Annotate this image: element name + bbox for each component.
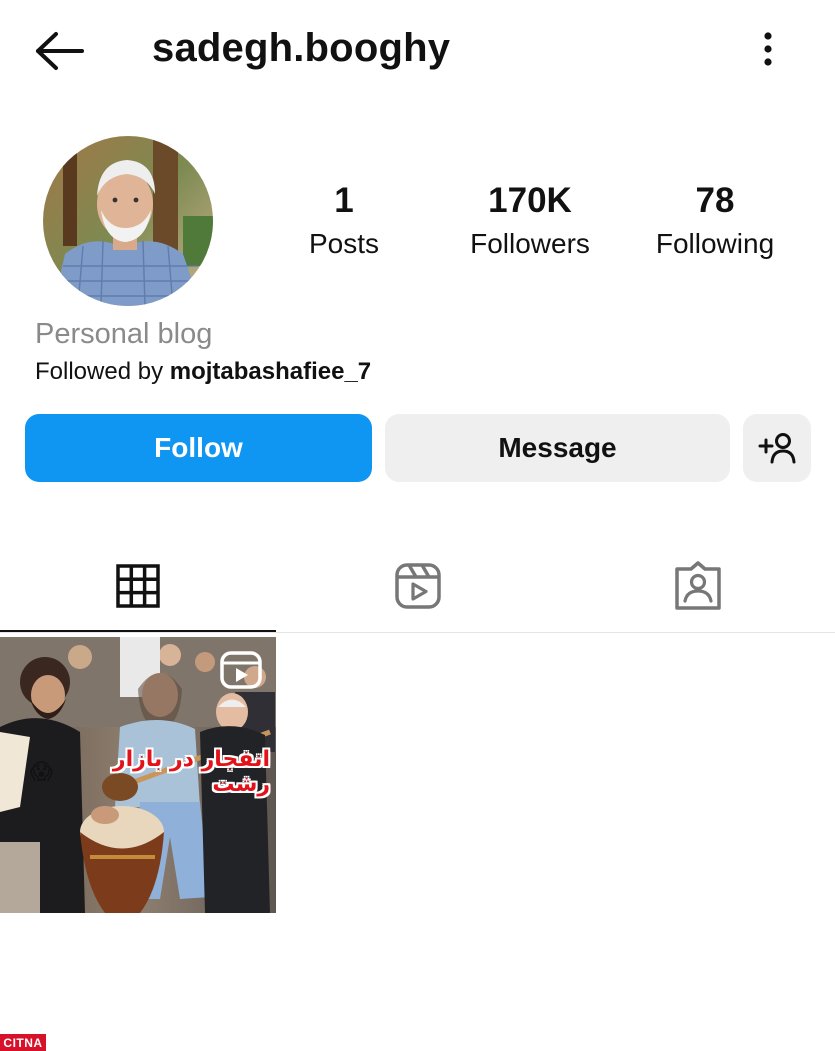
back-button[interactable]: [30, 28, 90, 74]
add-person-icon: [758, 433, 796, 464]
posts-label: Posts: [308, 228, 380, 259]
post-overlay-caption: 😱 انفجار در بازار رشت: [30, 747, 270, 797]
top-bar: sadegh.booghy: [0, 0, 835, 100]
stat-posts[interactable]: 1 Posts: [284, 180, 404, 264]
watermark-logo: CITNA: [0, 1034, 46, 1051]
following-label: Following: [655, 228, 775, 259]
profile-username: sadegh.booghy: [152, 26, 451, 70]
tab-reels[interactable]: [280, 540, 556, 632]
tab-posts-grid[interactable]: [0, 540, 276, 632]
following-count: 78: [695, 181, 735, 220]
tagged-icon: [675, 561, 721, 610]
followed-by-user[interactable]: mojtabashafiee_7: [170, 358, 371, 385]
arrow-left-icon: [36, 32, 84, 70]
profile-category: Personal blog: [35, 318, 213, 350]
more-options-button[interactable]: [748, 28, 788, 74]
followers-count: 170K: [488, 181, 572, 220]
post-thumbnail[interactable]: 😱 انفجار در بازار رشت: [0, 637, 276, 913]
tab-tagged[interactable]: [560, 540, 835, 632]
suggest-users-button[interactable]: [743, 414, 811, 482]
followed-by-text[interactable]: Followed by mojtabashafiee_7: [35, 358, 371, 386]
stat-followers[interactable]: 170K Followers: [455, 180, 605, 264]
follow-button[interactable]: Follow: [25, 414, 372, 482]
post-overlay-text: انفجار در بازار رشت: [112, 747, 270, 797]
followers-label: Followers: [470, 228, 590, 259]
tabs-divider: [0, 632, 835, 633]
reels-icon: [395, 563, 441, 609]
shocked-emoji: 😱: [30, 759, 53, 784]
stat-following[interactable]: 78 Following: [640, 180, 790, 264]
more-vertical-icon: [764, 32, 772, 66]
profile-avatar[interactable]: [43, 136, 213, 306]
message-button[interactable]: Message: [385, 414, 730, 482]
profile-tabs: [0, 540, 835, 632]
posts-count: 1: [334, 181, 354, 220]
grid-icon: [116, 564, 160, 608]
followed-by-prefix: Followed by: [35, 358, 170, 385]
